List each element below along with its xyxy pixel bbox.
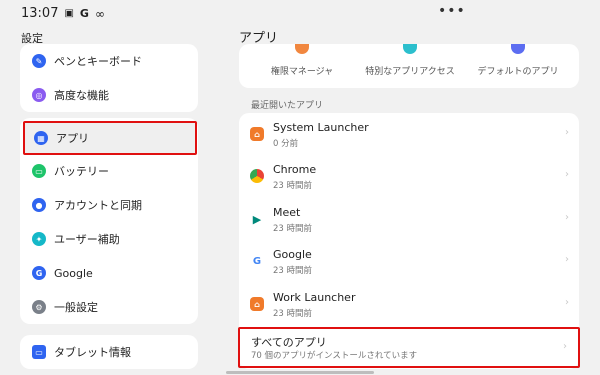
- sidebar-item-advanced[interactable]: ◎ 高度な機能: [20, 78, 198, 112]
- meet-icon: ▶: [250, 212, 264, 226]
- settings-group-1: ✎ ペンとキーボード ◎ 高度な機能: [20, 44, 198, 112]
- chevron-right-icon: ›: [565, 169, 569, 180]
- app-name: Chrome: [273, 163, 317, 176]
- apps-icon: ▦: [34, 131, 48, 145]
- all-apps-title: すべてのアプリ: [251, 336, 327, 349]
- battery-icon: ▭: [32, 164, 46, 178]
- chevron-right-icon: ›: [565, 212, 569, 223]
- overflow-dots[interactable]: •••: [438, 3, 466, 19]
- quick-actions-card: 権限マネージャ 特別なアプリアクセス デフォルトのアプリ: [239, 44, 579, 88]
- app-name: Meet: [273, 206, 301, 219]
- google-icon: G: [79, 7, 89, 20]
- pen-icon: ✎: [32, 54, 46, 68]
- sidebar-item-label: ユーザー補助: [54, 233, 120, 246]
- app-last-used: 23 時間前: [273, 224, 313, 234]
- chevron-right-icon: ›: [565, 254, 569, 265]
- app-last-used: 23 時間前: [273, 309, 313, 319]
- settings-group-3: ▭ タブレット情報: [20, 335, 198, 369]
- status-time: 13:07: [21, 6, 59, 21]
- app-last-used: 23 時間前: [273, 266, 313, 276]
- sidebar-item-pen-keyboard[interactable]: ✎ ペンとキーボード: [20, 44, 198, 78]
- sidebar-item-battery[interactable]: ▭ バッテリー: [20, 154, 198, 188]
- sidebar-item-tablet-info[interactable]: ▭ タブレット情報: [20, 335, 198, 369]
- infinity-icon: ∞: [94, 6, 105, 21]
- sidebar-item-label: アカウントと同期: [54, 199, 142, 212]
- quick-label: 特別なアプリアクセス: [365, 67, 455, 77]
- chrome-icon: [250, 169, 264, 183]
- chevron-right-icon: ›: [565, 297, 569, 308]
- sidebar-item-accessibility[interactable]: ✦ ユーザー補助: [20, 222, 198, 256]
- sidebar-item-label: タブレット情報: [54, 346, 131, 359]
- google-icon: G: [32, 266, 46, 280]
- sidebar-item-general[interactable]: ⚙ 一般設定: [20, 290, 198, 324]
- launcher-icon: ⌂: [250, 297, 264, 311]
- notification-icon: ▣: [64, 7, 74, 19]
- account-icon: ●: [32, 198, 46, 212]
- all-apps-count: 70 個のアプリがインストールされています: [251, 351, 418, 361]
- gear-icon: ⚙: [32, 300, 46, 314]
- list-item[interactable]: ▶ Meet 23 時間前 ›: [239, 198, 579, 240]
- status-bar: 13:07 ▣ G ∞ •••: [0, 0, 600, 26]
- selected-item-highlight[interactable]: ▦ アプリ: [23, 121, 197, 155]
- tablet-icon: ▭: [32, 345, 46, 359]
- quick-special-access[interactable]: 特別なアプリアクセス: [355, 44, 465, 88]
- google-icon: G: [250, 254, 264, 268]
- quick-label: 権限マネージャ: [270, 67, 334, 77]
- list-item[interactable]: Chrome 23 時間前 ›: [239, 155, 579, 197]
- accessibility-icon: ✦: [32, 232, 46, 246]
- list-item[interactable]: ⌂ Work Launcher 23 時間前 ›: [239, 283, 579, 325]
- recent-apps-heading: 最近開いたアプリ: [251, 101, 324, 111]
- feature-icon: ◎: [32, 88, 46, 102]
- list-item[interactable]: G Google 23 時間前 ›: [239, 240, 579, 282]
- app-name: System Launcher: [273, 121, 369, 134]
- app-last-used: 23 時間前: [273, 181, 313, 191]
- sidebar-item-label: Google: [54, 266, 93, 280]
- quick-label: デフォルトのアプリ: [477, 67, 559, 77]
- sidebar-item-label: 高度な機能: [54, 89, 109, 102]
- app-name: Work Launcher: [273, 291, 356, 304]
- sidebar-item-label: バッテリー: [54, 165, 109, 178]
- sidebar-item-google[interactable]: G Google: [20, 256, 198, 290]
- launcher-icon: ⌂: [250, 127, 264, 141]
- sidebar-item-accounts[interactable]: ● アカウントと同期: [20, 188, 198, 222]
- app-name: Google: [273, 248, 312, 261]
- sidebar-item-label: アプリ: [56, 132, 89, 145]
- sidebar-item-label: ペンとキーボード: [54, 55, 142, 68]
- chevron-right-icon: ›: [565, 127, 569, 138]
- special-access-icon: [403, 44, 417, 54]
- home-indicator[interactable]: [226, 371, 374, 374]
- default-apps-icon: [511, 44, 525, 54]
- quick-permission-manager[interactable]: 権限マネージャ: [247, 44, 357, 88]
- app-last-used: 0 分前: [273, 139, 299, 149]
- permission-icon: [295, 44, 309, 54]
- quick-default-apps[interactable]: デフォルトのアプリ: [463, 44, 573, 88]
- chevron-right-icon: ›: [563, 341, 567, 352]
- sidebar-item-label: 一般設定: [54, 301, 98, 314]
- list-item[interactable]: ⌂ System Launcher 0 分前 ›: [239, 113, 579, 155]
- status-left: 13:07 ▣ G ∞: [21, 6, 105, 21]
